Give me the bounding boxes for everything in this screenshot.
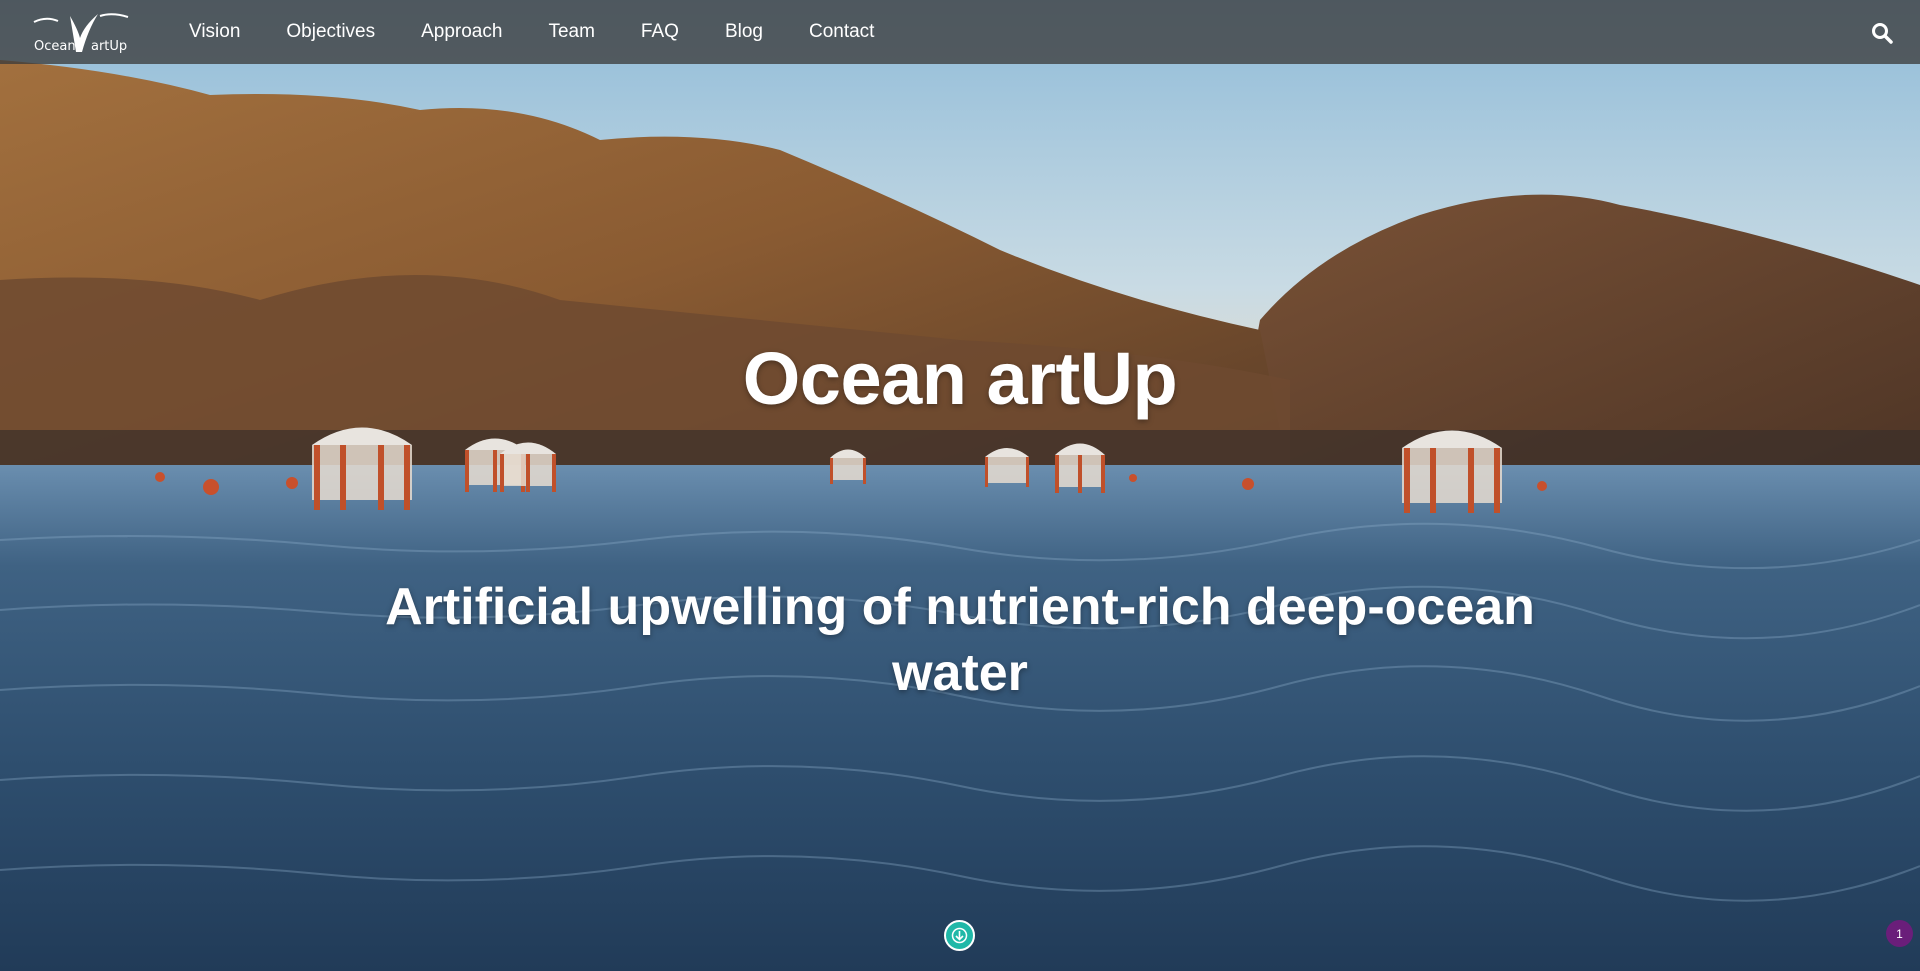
nav-link-approach[interactable]: Approach bbox=[421, 21, 502, 43]
hero-section: Ocean artUp Vision Objectives Approach T… bbox=[0, 0, 1920, 971]
nav-link-blog[interactable]: Blog bbox=[725, 21, 763, 43]
logo-text-left: Ocean bbox=[34, 39, 76, 54]
arrow-down-circle-icon bbox=[951, 927, 968, 944]
hero-subtitle: Artificial upwelling of nutrient-rich de… bbox=[385, 578, 1535, 702]
search-icon bbox=[1872, 23, 1893, 44]
hero-background-image bbox=[0, 0, 1920, 971]
nav-link-contact[interactable]: Contact bbox=[809, 21, 874, 43]
nav-link-objectives[interactable]: Objectives bbox=[286, 21, 375, 43]
notification-badge[interactable]: 1 bbox=[1886, 920, 1913, 947]
site-logo[interactable]: Ocean artUp bbox=[32, 8, 132, 58]
logo-text-right: artUp bbox=[91, 39, 128, 54]
scroll-down-button[interactable] bbox=[944, 920, 975, 951]
nav-link-vision[interactable]: Vision bbox=[189, 21, 240, 43]
nav-link-faq[interactable]: FAQ bbox=[641, 21, 679, 43]
top-navbar: Ocean artUp Vision Objectives Approach T… bbox=[0, 0, 1920, 64]
hero-title: Ocean artUp bbox=[742, 337, 1178, 420]
search-button[interactable] bbox=[1870, 21, 1894, 45]
nav-link-team[interactable]: Team bbox=[548, 21, 594, 43]
nav-links: Vision Objectives Approach Team FAQ Blog… bbox=[189, 0, 920, 64]
